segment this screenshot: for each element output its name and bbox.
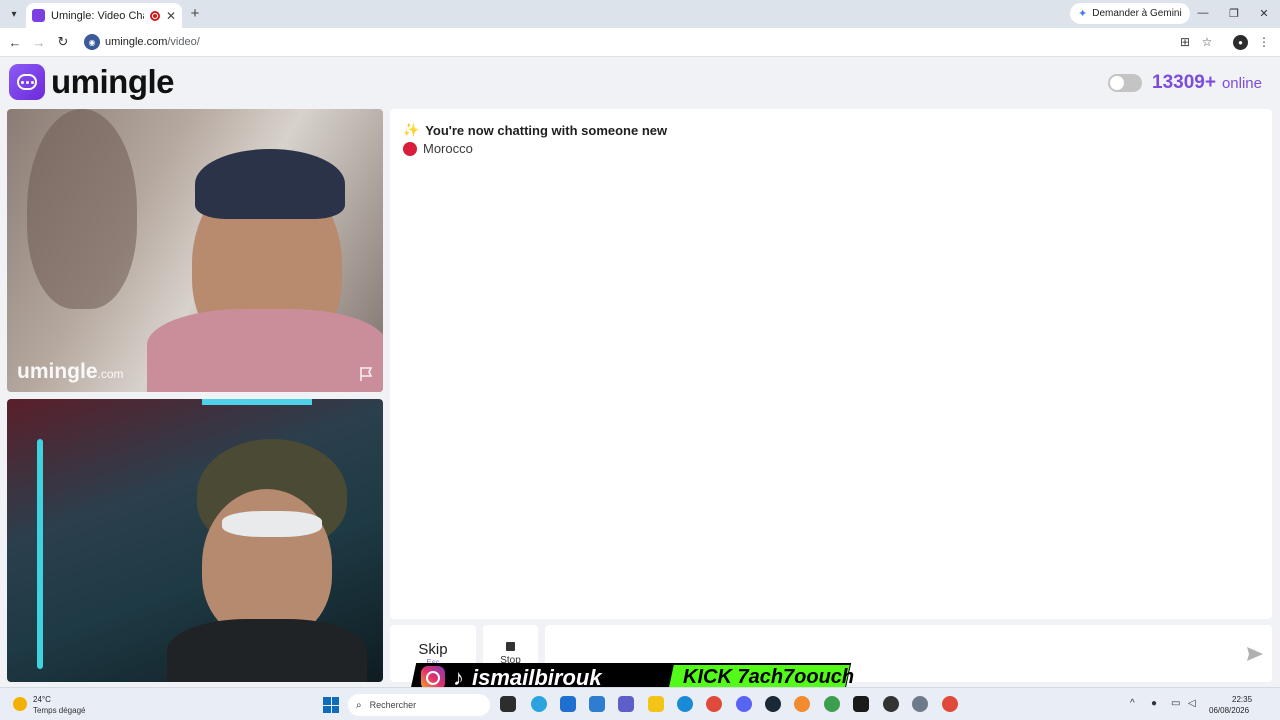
browser-tab-bar: ▾ Umingle: Video Chat with St ✕ + ✦ Dema…: [0, 0, 1280, 28]
gemini-button[interactable]: ✦ Demander à Gemini: [1070, 3, 1190, 24]
teams-icon[interactable]: [618, 696, 634, 712]
minimize-button[interactable]: —: [1193, 4, 1213, 22]
close-window-button[interactable]: ✕: [1254, 4, 1274, 22]
tab-title: Umingle: Video Chat with St: [51, 9, 144, 22]
kick-handle: KICK 7ach7oouch: [683, 666, 855, 688]
umingle-logo[interactable]: umingle: [9, 63, 175, 101]
taskbar-search[interactable]: ⌕ Rechercher: [348, 694, 490, 716]
url-path: /video/: [167, 36, 200, 48]
online-indicator: 13309+ online: [1108, 72, 1262, 94]
network-icon[interactable]: ▭: [1171, 698, 1180, 709]
system-message: ✨ You're now chatting with someone new: [403, 122, 667, 138]
umingle-page: umingle 13309+ online umingle.com ✨ You'…: [0, 57, 1280, 687]
new-tab-button[interactable]: +: [186, 4, 204, 22]
microphone-icon[interactable]: ●: [1151, 698, 1157, 709]
weather-moon-icon[interactable]: [13, 697, 27, 711]
steam-icon[interactable]: [765, 696, 781, 712]
obs-icon[interactable]: [883, 696, 899, 712]
status-message: You're now chatting with someone new: [425, 122, 668, 138]
task-view-icon[interactable]: [500, 696, 516, 712]
spiral-app-icon[interactable]: [794, 696, 810, 712]
gemini-sparkle-icon: ✦: [1078, 8, 1088, 20]
gemini-button-label: Demander à Gemini: [1092, 8, 1182, 19]
chat-bubble-logo-icon: [9, 64, 45, 100]
country-name: Morocco: [423, 141, 473, 156]
tray-chevron-up-icon[interactable]: ^: [1130, 698, 1135, 709]
sparkles-icon: ✨: [403, 122, 420, 137]
url-host: umingle.com: [105, 36, 168, 48]
streaming-app-icon[interactable]: [853, 696, 869, 712]
clock-time: 22:35: [1232, 695, 1253, 704]
edge-icon[interactable]: [677, 696, 693, 712]
search-icon: ⌕: [356, 699, 362, 711]
skip-label: Skip: [418, 640, 448, 658]
site-info-icon[interactable]: ◉: [84, 34, 100, 50]
online-count: 13309+: [1152, 72, 1216, 93]
back-arrow-icon[interactable]: ←: [6, 33, 24, 51]
tab-search-icon[interactable]: ▾: [5, 5, 23, 23]
discord-icon[interactable]: [736, 696, 752, 712]
chrome-active-icon[interactable]: [942, 696, 958, 712]
windows-start-icon[interactable]: [323, 697, 339, 713]
clock-date: 06/08/2026: [1209, 706, 1250, 715]
weather-description: Temps dégagé: [33, 706, 86, 715]
telegram-icon[interactable]: [531, 696, 547, 712]
browser-tab[interactable]: Umingle: Video Chat with St ✕: [26, 3, 182, 28]
stranger-video: umingle.com: [7, 109, 383, 392]
search-placeholder: Rechercher: [369, 700, 417, 710]
stop-icon: [506, 641, 515, 651]
send-icon[interactable]: [1246, 646, 1264, 662]
self-video: [7, 399, 383, 682]
bookmark-star-icon[interactable]: ☆: [1199, 34, 1215, 50]
tab-close-icon[interactable]: ✕: [166, 9, 176, 23]
umingle-favicon-icon: [32, 9, 45, 22]
logo-text: umingle: [51, 63, 175, 100]
windows-taskbar: 24°C Temps dégagé ⌕ Rechercher ^ ● ▭ ◁ 2…: [0, 687, 1280, 720]
theme-toggle[interactable]: [1108, 74, 1143, 92]
browser-toolbar: ← → ↻ ◉ umingle.com/video/ ⊞ ☆ ● ⋮: [0, 28, 1280, 57]
address-bar[interactable]: umingle.com/video/: [105, 36, 200, 48]
weather-temperature: 24°C: [33, 695, 51, 704]
settings-gear-icon[interactable]: [912, 696, 928, 712]
umingle-watermark: umingle.com: [17, 360, 124, 383]
chrome-icon[interactable]: [706, 696, 722, 712]
kebab-menu-icon[interactable]: ⋮: [1256, 34, 1272, 50]
reload-icon[interactable]: ↻: [54, 33, 72, 51]
outlook-icon[interactable]: [589, 696, 605, 712]
profile-avatar-icon[interactable]: ●: [1233, 35, 1248, 50]
country-flag-icon: [403, 141, 417, 156]
country-line: Morocco: [403, 141, 473, 156]
toggle-knob: [1110, 76, 1125, 90]
chrome-profile-icon[interactable]: [824, 696, 840, 712]
recording-icon: [149, 10, 160, 21]
restore-button[interactable]: ❐: [1224, 4, 1244, 22]
forward-arrow-icon[interactable]: →: [30, 33, 48, 51]
volume-icon[interactable]: ◁: [1188, 698, 1196, 709]
online-label: online: [1221, 74, 1262, 92]
file-explorer-icon[interactable]: [648, 696, 664, 712]
translate-icon[interactable]: ⊞: [1177, 34, 1193, 50]
chat-panel: ✨ You're now chatting with someone new M…: [390, 109, 1272, 619]
report-flag-icon[interactable]: [358, 366, 374, 382]
store-icon[interactable]: [560, 696, 576, 712]
